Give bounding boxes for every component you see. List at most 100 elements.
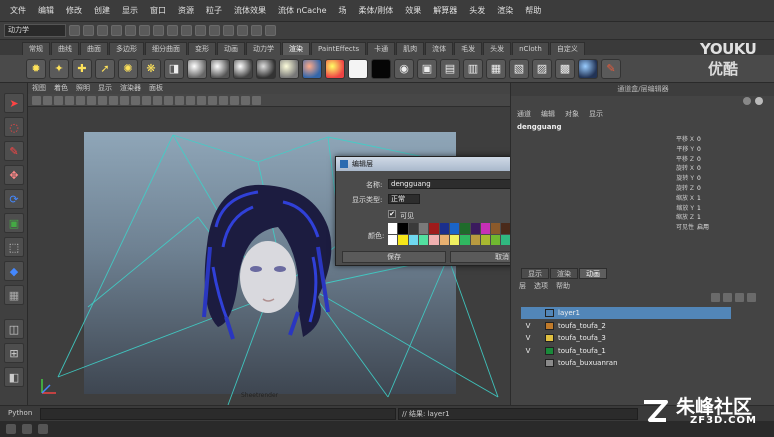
shelf-tab[interactable]: nCloth	[512, 42, 549, 55]
channel-attribute-row[interactable]: 旋转 Z0	[661, 184, 765, 193]
shelf-tab[interactable]: 多边形	[109, 42, 144, 55]
channel-menu-item[interactable]: 显示	[589, 109, 603, 119]
color-swatch[interactable]	[418, 223, 429, 234]
render-icon[interactable]	[223, 25, 234, 36]
layer-menu-item[interactable]: 帮助	[556, 281, 570, 291]
select-tool-icon[interactable]: ➤	[4, 93, 24, 113]
ipr-icon[interactable]: ▦	[486, 58, 506, 79]
color-swatch[interactable]	[491, 234, 501, 245]
universal-manipulator-icon[interactable]: ⬚	[4, 237, 24, 257]
color-swatch[interactable]	[491, 223, 501, 234]
layer-menu-item[interactable]: 选项	[534, 281, 548, 291]
shelf-tab[interactable]: 流体	[425, 42, 454, 55]
visible-checkbox[interactable]: ✔	[388, 210, 396, 218]
color-swatch[interactable]	[449, 223, 460, 234]
resolution-gate-icon[interactable]	[109, 95, 118, 105]
menu-item[interactable]: 头发	[463, 0, 491, 22]
viewport-menu-item[interactable]: 渲染器	[120, 83, 141, 94]
isolate-select-icon[interactable]	[241, 95, 250, 105]
select-component-icon[interactable]	[139, 25, 150, 36]
channel-attribute-row[interactable]: 平移 X0	[661, 135, 765, 144]
use-all-lights-icon[interactable]	[219, 95, 228, 105]
shelf-tab[interactable]: 肌肉	[396, 42, 425, 55]
layer-row[interactable]: Vtoufa_toufa_3	[521, 332, 731, 344]
menu-item[interactable]: 效果	[399, 0, 427, 22]
layer-row[interactable]: Vtoufa_toufa_1	[521, 345, 731, 357]
layer-editor-tab[interactable]: 显示	[521, 268, 549, 279]
layer-color-chip[interactable]	[545, 359, 554, 367]
ambient-light-icon[interactable]: ✺	[118, 58, 138, 79]
layer-color-chip[interactable]	[545, 346, 554, 355]
hypershade-icon[interactable]: ◉	[394, 58, 414, 79]
shelf-tab[interactable]: 头发	[483, 42, 512, 55]
channel-menu-item[interactable]: 编辑	[541, 109, 555, 119]
menu-item[interactable]: 流体 nCache	[272, 0, 333, 22]
attribute-value[interactable]: 启用	[697, 223, 709, 232]
wireframe-on-shaded-icon[interactable]	[186, 95, 195, 105]
attribute-value[interactable]: 0	[697, 184, 701, 193]
shadows-icon[interactable]	[230, 95, 239, 105]
shelf-tab[interactable]: 细分曲面	[145, 42, 187, 55]
layer-row[interactable]: Vtoufa_toufa_2	[521, 320, 731, 332]
open-scene-icon[interactable]	[83, 25, 94, 36]
new-layer-selected-icon[interactable]	[747, 293, 756, 302]
layer-color-chip[interactable]	[545, 309, 554, 317]
layer-editor-tab[interactable]: 动画	[579, 268, 607, 279]
attribute-value[interactable]: 1	[697, 204, 701, 213]
new-scene-icon[interactable]	[69, 25, 80, 36]
channel-attribute-row[interactable]: 旋转 X0	[661, 164, 765, 173]
wireframe-icon[interactable]	[164, 95, 173, 105]
render-globals-icon[interactable]: ▧	[509, 58, 529, 79]
viewport-menu-item[interactable]: 显示	[98, 83, 112, 94]
image-plane-icon[interactable]	[76, 95, 85, 105]
attribute-value[interactable]: 0	[697, 164, 701, 173]
attribute-value[interactable]: 1	[697, 213, 701, 222]
attribute-value[interactable]: 0	[697, 155, 701, 164]
texture-icon[interactable]: ▨	[532, 58, 552, 79]
safe-action-icon[interactable]	[142, 95, 151, 105]
shelf-tab[interactable]: 渲染	[282, 42, 310, 55]
taskbar-app-icon[interactable]	[6, 424, 16, 434]
shelf-tab[interactable]: 自定义	[549, 42, 585, 55]
color-swatch[interactable]	[460, 223, 470, 234]
volume-light-icon[interactable]: ❋	[141, 58, 161, 79]
shelf-tab[interactable]: 曲面	[80, 42, 108, 55]
taskbar-app-icon[interactable]	[22, 424, 32, 434]
channel-attribute-row[interactable]: 平移 Y0	[661, 145, 765, 154]
layer-row[interactable]: toufa_buxuanran	[521, 357, 731, 369]
safe-title-icon[interactable]	[153, 95, 162, 105]
rotate-tool-icon[interactable]: ⟳	[4, 189, 24, 209]
viewport-menu-item[interactable]: 视图	[32, 83, 46, 94]
color-swatch[interactable]	[418, 234, 429, 245]
channel-menu-item[interactable]: 对象	[565, 109, 579, 119]
menu-item[interactable]: 窗口	[144, 0, 172, 22]
phong-material-icon[interactable]	[233, 58, 253, 79]
spot-light-icon[interactable]: ✦	[49, 58, 69, 79]
render-settings-icon[interactable]	[251, 25, 262, 36]
channel-menu-item[interactable]: 通道	[517, 109, 531, 119]
display-type-select[interactable]: 正常	[388, 194, 420, 204]
camera-icon[interactable]: ◨	[164, 58, 184, 79]
shelf-tab[interactable]: 毛发	[454, 42, 483, 55]
toon-shader-icon[interactable]	[325, 58, 345, 79]
soft-modification-icon[interactable]: ◆	[4, 261, 24, 281]
color-swatch[interactable]	[429, 234, 439, 245]
history-icon[interactable]	[209, 25, 220, 36]
layout-single-icon[interactable]: ◫	[4, 319, 24, 339]
channel-attribute-row[interactable]: 旋转 Y0	[661, 174, 765, 183]
lambert-material-icon[interactable]	[187, 58, 207, 79]
scale-tool-icon[interactable]: ▣	[4, 213, 24, 233]
color-swatch[interactable]	[449, 234, 460, 245]
color-swatch[interactable]	[480, 234, 491, 245]
shelf-tab[interactable]: 动力学	[246, 42, 281, 55]
gate-mask-icon[interactable]	[120, 95, 129, 105]
layer-color-chip[interactable]	[545, 321, 554, 330]
menu-item[interactable]: 场	[333, 0, 353, 22]
color-swatch[interactable]	[480, 223, 491, 234]
area-light-icon[interactable]: ✚	[72, 58, 92, 79]
lock-camera-icon[interactable]	[43, 95, 52, 105]
shelf-tab[interactable]: 卡通	[367, 42, 396, 55]
layer-menu-item[interactable]: 层	[519, 281, 526, 291]
smooth-shade-icon[interactable]	[175, 95, 184, 105]
shelf-tab[interactable]: PaintEffects	[311, 42, 367, 55]
